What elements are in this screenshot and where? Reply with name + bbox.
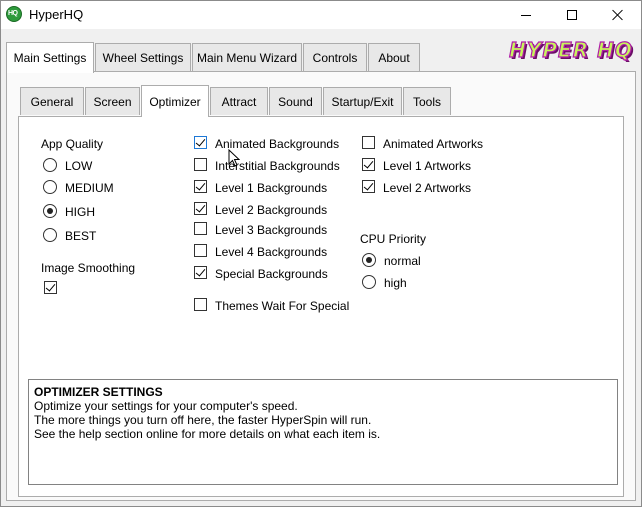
- info-line: The more things you turn off here, the f…: [34, 413, 372, 427]
- quality-best-label: BEST: [65, 229, 97, 243]
- quality-low-radio[interactable]: [43, 158, 57, 172]
- quality-high-radio[interactable]: [43, 204, 57, 218]
- level1-backgrounds-checkbox[interactable]: [194, 180, 207, 193]
- cpu-normal-radio[interactable]: [362, 253, 376, 267]
- level4-backgrounds-label: Level 4 Backgrounds: [215, 245, 328, 259]
- image-smoothing-label: Image Smoothing: [41, 261, 136, 275]
- level2-artworks-label: Level 2 Artworks: [383, 181, 472, 195]
- close-icon: [612, 9, 624, 21]
- image-smoothing-checkbox[interactable]: [44, 281, 57, 294]
- subtab-attract[interactable]: Attract: [210, 87, 268, 115]
- level1-backgrounds-label: Level 1 Backgrounds: [215, 181, 328, 195]
- tab-main-menu-wizard[interactable]: Main Menu Wizard: [192, 43, 302, 71]
- tab-controls[interactable]: Controls: [303, 43, 367, 71]
- title-bar: HyperHQ: [1, 1, 641, 29]
- interstitial-backgrounds-checkbox[interactable]: [194, 158, 207, 171]
- special-backgrounds-label: Special Backgrounds: [215, 267, 328, 281]
- info-line: See the help section online for more det…: [34, 427, 381, 441]
- app-quality-label: App Quality: [41, 137, 104, 151]
- hyperhq-logo: HYPER HQ: [509, 37, 633, 62]
- minimize-icon: [521, 14, 531, 16]
- mouse-cursor-icon: [228, 149, 240, 167]
- maximize-button[interactable]: [549, 1, 595, 29]
- optimizer-info-box: OPTIMIZER SETTINGS Optimize your setting…: [28, 379, 618, 485]
- animated-artworks-checkbox[interactable]: [362, 136, 375, 149]
- cpu-high-radio[interactable]: [362, 275, 376, 289]
- subtab-general[interactable]: General: [20, 87, 84, 115]
- close-button[interactable]: [595, 1, 641, 29]
- tab-about[interactable]: About: [368, 43, 420, 71]
- level3-backgrounds-label: Level 3 Backgrounds: [215, 223, 328, 237]
- subtab-optimizer[interactable]: Optimizer: [141, 85, 209, 117]
- app-icon: [6, 6, 22, 22]
- subtab-sound[interactable]: Sound: [269, 87, 322, 115]
- cpu-high-label: high: [384, 276, 407, 290]
- subtab-startup-exit[interactable]: Startup/Exit: [323, 87, 402, 115]
- special-backgrounds-checkbox[interactable]: [194, 266, 207, 279]
- tab-main-settings[interactable]: Main Settings: [6, 42, 94, 73]
- subtab-tools[interactable]: Tools: [403, 87, 451, 115]
- level2-artworks-checkbox[interactable]: [362, 180, 375, 193]
- quality-low-label: LOW: [65, 159, 93, 173]
- maximize-icon: [567, 10, 577, 20]
- level2-backgrounds-label: Level 2 Backgrounds: [215, 203, 328, 217]
- themes-wait-label: Themes Wait For Special: [215, 299, 350, 313]
- subtab-screen[interactable]: Screen: [85, 87, 140, 115]
- tab-wheel-settings[interactable]: Wheel Settings: [95, 43, 191, 71]
- level1-artworks-label: Level 1 Artworks: [383, 159, 472, 173]
- quality-medium-label: MEDIUM: [65, 181, 114, 195]
- window-title: HyperHQ: [29, 7, 84, 22]
- level3-backgrounds-checkbox[interactable]: [194, 222, 207, 235]
- info-line: Optimize your settings for your computer…: [34, 399, 298, 413]
- level1-artworks-checkbox[interactable]: [362, 158, 375, 171]
- level2-backgrounds-checkbox[interactable]: [194, 202, 207, 215]
- themes-wait-checkbox[interactable]: [194, 298, 207, 311]
- animated-artworks-label: Animated Artworks: [383, 137, 484, 151]
- quality-high-label: HIGH: [65, 205, 95, 219]
- level4-backgrounds-checkbox[interactable]: [194, 244, 207, 257]
- cpu-priority-label: CPU Priority: [360, 232, 427, 246]
- minimize-button[interactable]: [503, 1, 549, 29]
- quality-best-radio[interactable]: [43, 228, 57, 242]
- app-window: HyperHQ Main Settings Wheel Settings Mai…: [0, 0, 642, 507]
- animated-backgrounds-checkbox[interactable]: [194, 136, 207, 149]
- info-title: OPTIMIZER SETTINGS: [34, 385, 163, 399]
- quality-medium-radio[interactable]: [43, 180, 57, 194]
- cpu-normal-label: normal: [384, 254, 421, 268]
